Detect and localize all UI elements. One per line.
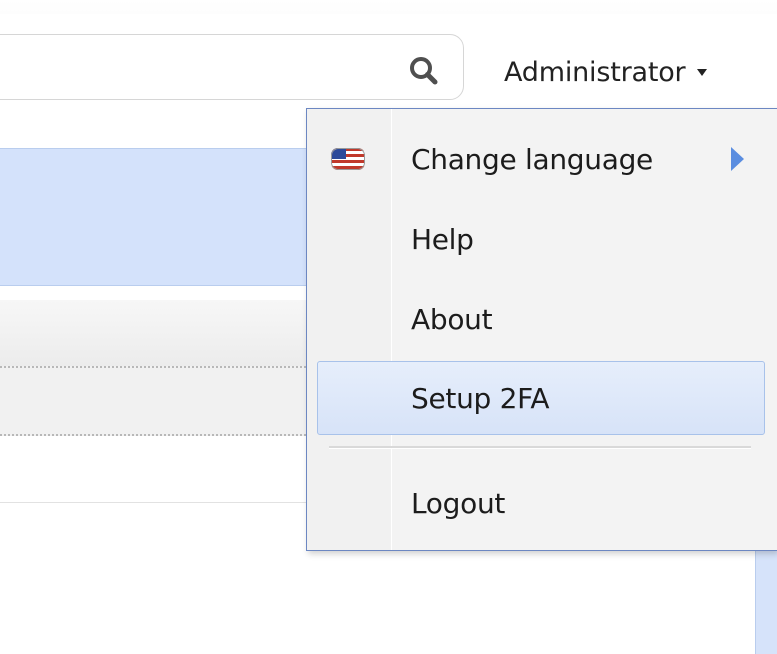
right-panel-edge	[755, 542, 777, 654]
menu-item-help[interactable]: Help	[307, 201, 777, 277]
menu-item-label: Logout	[411, 486, 506, 520]
user-dropdown-menu: Change language Help About Setup 2FA Log…	[306, 108, 777, 551]
top-frame-edge	[0, 0, 777, 14]
menu-item-about[interactable]: About	[307, 281, 777, 357]
caret-down-icon	[697, 68, 708, 76]
menu-item-label: Change language	[411, 142, 653, 176]
menu-separator	[329, 446, 751, 449]
search-input[interactable]	[0, 34, 464, 100]
screen: Administrator Change language Help About…	[0, 0, 777, 654]
menu-item-change-language[interactable]: Change language	[307, 121, 777, 197]
row-divider	[0, 502, 310, 503]
user-menu-button[interactable]: Administrator	[504, 52, 708, 92]
menu-item-label: Setup 2FA	[411, 381, 550, 415]
user-menu-label: Administrator	[504, 56, 686, 88]
selected-list-row[interactable]	[0, 148, 310, 286]
submenu-arrow-icon	[731, 147, 744, 171]
menu-item-label: Help	[411, 222, 474, 256]
menu-item-setup-2fa[interactable]: Setup 2FA	[317, 361, 765, 435]
menu-item-label: About	[411, 302, 493, 336]
focused-list-row[interactable]	[0, 366, 310, 436]
menu-item-logout[interactable]: Logout	[307, 465, 777, 541]
toolbar-row	[0, 300, 310, 367]
us-flag-icon	[331, 148, 365, 170]
search-icon[interactable]	[408, 55, 440, 87]
